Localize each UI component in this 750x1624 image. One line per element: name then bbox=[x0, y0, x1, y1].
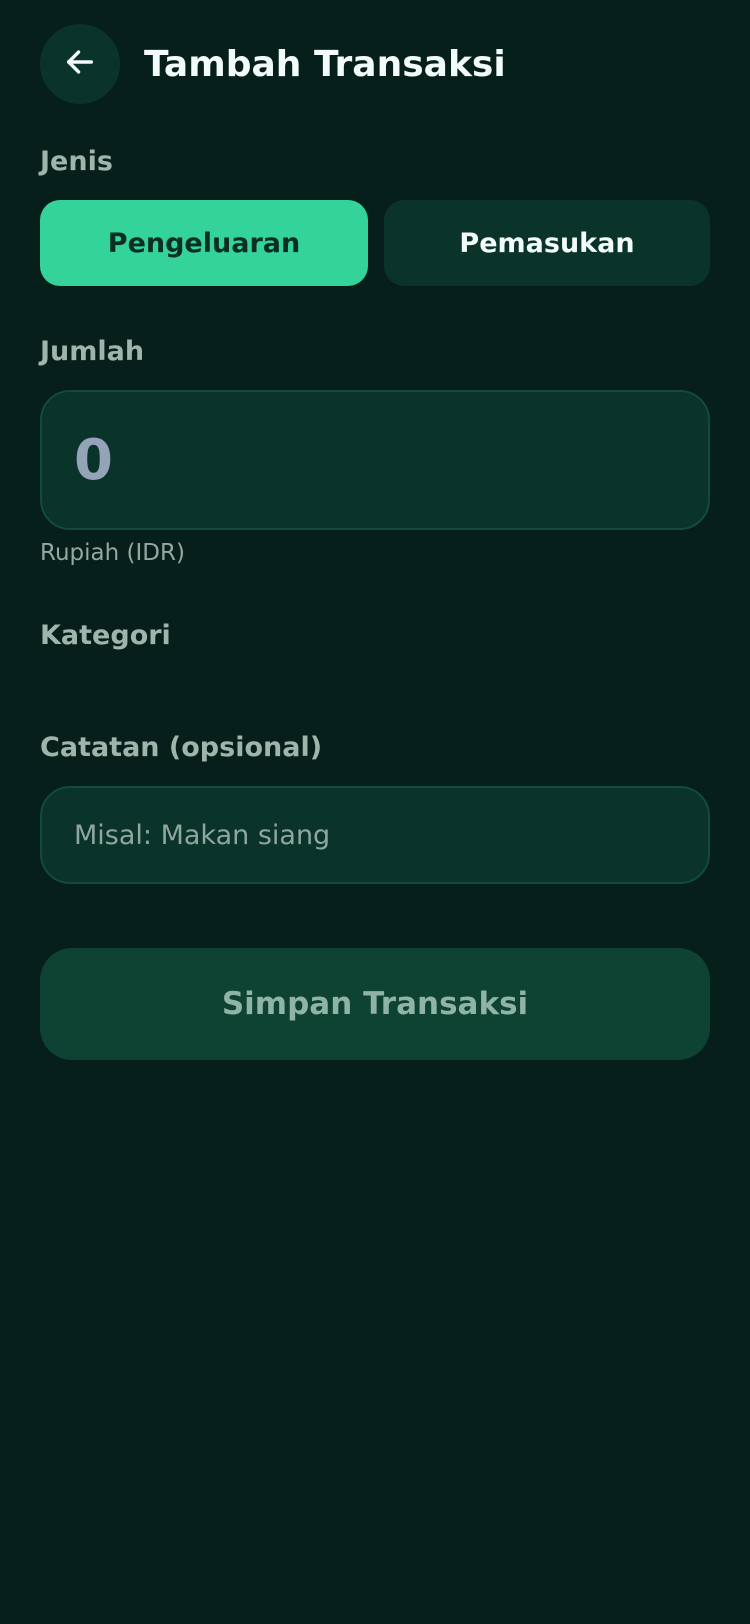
save-transaction-button[interactable]: Simpan Transaksi bbox=[40, 948, 710, 1060]
type-label: Jenis bbox=[40, 146, 113, 177]
amount-value: 0 bbox=[74, 427, 113, 493]
amount-input[interactable]: 0 bbox=[40, 390, 710, 530]
note-label: Catatan (opsional) bbox=[40, 732, 323, 763]
header: Tambah Transaksi bbox=[40, 24, 506, 104]
type-option-income[interactable]: Pemasukan bbox=[384, 200, 710, 286]
note-input[interactable] bbox=[74, 819, 708, 851]
type-option-expense[interactable]: Pengeluaran bbox=[40, 200, 368, 286]
arrow-left-icon bbox=[63, 45, 97, 83]
category-label: Kategori bbox=[40, 620, 171, 651]
add-transaction-screen: Tambah Transaksi Jenis Pengeluaran Pemas… bbox=[0, 0, 750, 1624]
page-title: Tambah Transaksi bbox=[144, 43, 506, 85]
amount-label: Jumlah bbox=[40, 336, 145, 367]
note-field-container[interactable] bbox=[40, 786, 710, 884]
back-button[interactable] bbox=[40, 24, 120, 104]
currency-hint: Rupiah (IDR) bbox=[40, 540, 185, 566]
